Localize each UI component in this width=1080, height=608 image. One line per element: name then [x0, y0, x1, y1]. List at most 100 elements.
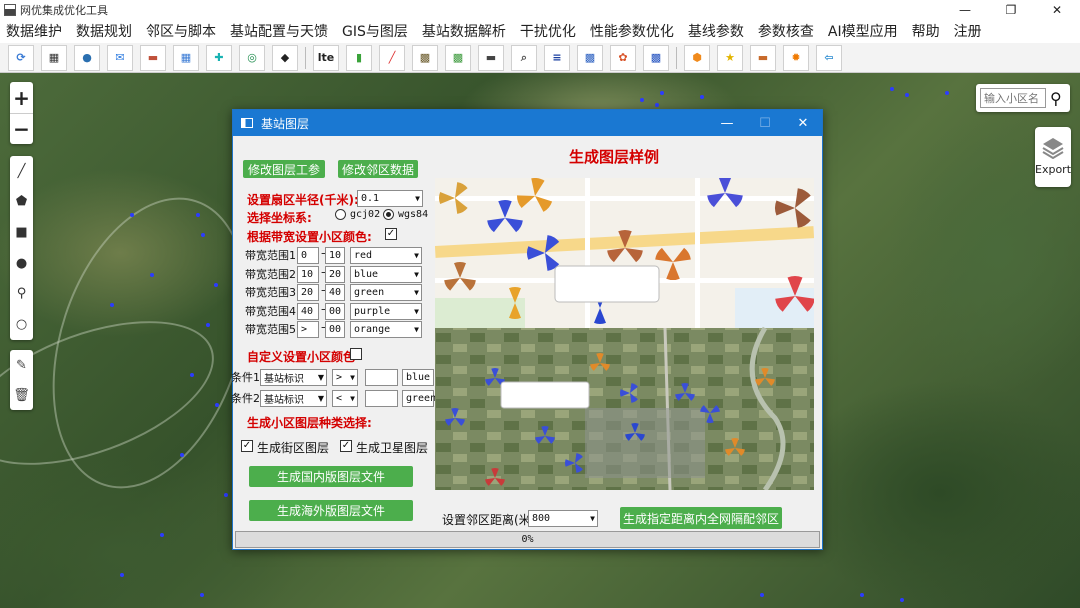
neighbor-distance-select[interactable]: 800 ▼ — [528, 510, 598, 527]
draw-marker-icon[interactable]: ⚲ — [10, 278, 33, 309]
condition-value-input[interactable] — [365, 390, 398, 407]
condition-value-input[interactable] — [365, 369, 398, 386]
menu-performance[interactable]: 性能参数优化 — [590, 21, 674, 41]
condition-field-select[interactable]: 基站标识 ▼ — [260, 390, 327, 407]
chevron-down-icon: ▼ — [414, 325, 419, 334]
calculator-icon[interactable]: ▦ — [173, 44, 199, 71]
chevron-down-icon: ▼ — [415, 194, 420, 203]
map-cell-marker — [655, 103, 659, 107]
bandwidth-range-to[interactable]: 20 — [325, 265, 345, 283]
draw-circle-marker-icon[interactable]: ● — [10, 248, 33, 279]
condition-field-select[interactable]: 基站标识 ▼ — [260, 369, 327, 386]
dialog-maximize-button[interactable]: ☐ — [746, 110, 784, 136]
menu-gis-layers[interactable]: GIS与图层 — [342, 21, 408, 41]
draw-circle-icon[interactable]: ○ — [10, 309, 33, 340]
draw-polygon-icon[interactable]: ⬟ — [10, 187, 33, 218]
modify-layer-params-button[interactable]: 修改图层工参 — [243, 160, 325, 178]
bandwidth-range-from[interactable]: 20 — [297, 284, 319, 301]
draw-rectangle-icon[interactable]: ■ — [10, 217, 33, 248]
signal-map-icon[interactable]: ▩ — [643, 44, 669, 71]
rack-icon[interactable]: ▬ — [478, 44, 504, 71]
map-picture-icon[interactable]: ▩ — [412, 44, 438, 71]
condition-color-input[interactable]: blue — [402, 369, 434, 386]
radius-select[interactable]: 0.1 ▼ — [357, 190, 423, 207]
menu-neighbors-scripts[interactable]: 邻区与脚本 — [146, 21, 216, 41]
menu-station-config[interactable]: 基站配置与天馈 — [230, 21, 328, 41]
bandwidth-range-to[interactable]: 10 — [325, 247, 345, 264]
generate-domestic-layer-button[interactable]: 生成国内版图层文件 — [249, 466, 413, 487]
menu-help[interactable]: 帮助 — [912, 21, 940, 41]
bar-chart-icon[interactable]: ▮ — [346, 44, 372, 71]
close-button[interactable]: ✕ — [1034, 0, 1080, 19]
satellite-layer-checkbox[interactable]: ✓ — [340, 440, 352, 452]
map-green-icon[interactable]: ▩ — [445, 44, 471, 71]
bandwidth-range-to[interactable]: 00 — [325, 302, 345, 320]
edit-layers-icon[interactable]: ✎ — [10, 350, 33, 380]
cell-search-input[interactable] — [980, 88, 1046, 108]
generate-neighbors-button[interactable]: 生成指定距离内全网隔配邻区 — [620, 507, 782, 529]
bandwidth-range-color-select[interactable]: red ▼ — [350, 247, 422, 264]
bandwidth-range-to[interactable]: 40 — [325, 284, 345, 301]
menu-data-maintenance[interactable]: 数据维护 — [6, 21, 62, 41]
bandwidth-range-color-select[interactable]: green ▼ — [350, 284, 422, 301]
lte-icon[interactable]: lte — [313, 44, 339, 71]
modify-neighbor-data-button[interactable]: 修改邻区数据 — [338, 160, 418, 178]
map-region-icon[interactable]: ◆ — [272, 44, 298, 71]
dialog-minimize-button[interactable]: — — [708, 110, 746, 136]
menu-data-planning[interactable]: 数据规划 — [76, 21, 132, 41]
line-chart-icon[interactable]: ╱ — [379, 44, 405, 71]
puzzle-icon[interactable]: ✿ — [610, 44, 636, 71]
bandwidth-range-to[interactable]: 00 — [325, 321, 345, 338]
document-icon[interactable]: ≡ — [544, 44, 570, 71]
bandwidth-range-from[interactable]: 40 — [297, 302, 319, 320]
menu-baseline[interactable]: 基线参数 — [688, 21, 744, 41]
menu-register[interactable]: 注册 — [954, 21, 982, 41]
street-layer-checkbox[interactable]: ✓ — [241, 440, 253, 452]
bandwidth-range-from[interactable]: 10 — [297, 265, 319, 283]
chevron-down-icon: ▼ — [317, 373, 324, 382]
zoom-in-button[interactable]: + — [10, 82, 33, 113]
menu-station-parsing[interactable]: 基站数据解析 — [422, 21, 506, 41]
exit-door-icon[interactable]: ⇦ — [816, 44, 842, 71]
bandwidth-range-color-select[interactable]: purple ▼ — [350, 302, 422, 320]
bandwidth-color-checkbox[interactable]: ✓ — [385, 228, 397, 240]
draw-line-icon[interactable]: ╱ — [10, 156, 33, 187]
star-icon[interactable]: ★ — [717, 44, 743, 71]
landscape-icon[interactable]: ▬ — [140, 44, 166, 71]
condition-operator-select[interactable]: > ▼ — [332, 369, 358, 386]
condition-operator-select[interactable]: < ▼ — [332, 390, 358, 407]
coord-gcj02-radio[interactable] — [335, 209, 346, 220]
earth-icon[interactable]: ● — [74, 44, 100, 71]
bandwidth-range-color-select[interactable]: blue ▼ — [350, 265, 422, 283]
medical-cross-icon[interactable]: ✚ — [206, 44, 232, 71]
custom-color-checkbox[interactable] — [350, 348, 362, 360]
hexagon-icon[interactable]: ⬢ — [684, 44, 710, 71]
maximize-button[interactable]: ❐ — [988, 0, 1034, 19]
coord-wgs84-radio[interactable] — [383, 209, 394, 220]
blue-image-icon[interactable]: ▩ — [577, 44, 603, 71]
bandwidth-range-color-select[interactable]: orange ▼ — [350, 321, 422, 338]
app-icon — [4, 3, 16, 16]
globe-sync-icon[interactable]: ⟳ — [8, 44, 34, 71]
delete-layers-icon[interactable]: 🗑 — [10, 380, 33, 410]
menu-param-check[interactable]: 参数核查 — [758, 21, 814, 41]
fire-icon[interactable]: ✹ — [783, 44, 809, 71]
bandwidth-range-color: green — [354, 287, 385, 298]
dialog-titlebar[interactable]: 基站图层 — ☐ ✕ — [233, 110, 822, 136]
magnifier-doc-icon[interactable]: ⌕ — [511, 44, 537, 71]
search-icon[interactable]: ⚲ — [1050, 89, 1062, 108]
table-icon[interactable]: ▦ — [41, 44, 67, 71]
zoom-out-button[interactable]: − — [10, 113, 33, 144]
china-mobile-icon[interactable]: ◎ — [239, 44, 265, 71]
layers-export-button[interactable]: Export — [1035, 127, 1071, 187]
generate-overseas-layer-button[interactable]: 生成海外版图层文件 — [249, 500, 413, 521]
menu-ai-models[interactable]: AI模型应用 — [828, 21, 898, 41]
menu-interference[interactable]: 干扰优化 — [520, 21, 576, 41]
dialog-close-button[interactable]: ✕ — [784, 110, 822, 136]
minimize-button[interactable]: — — [942, 0, 988, 19]
bandwidth-range-from[interactable]: 0 — [297, 247, 319, 264]
mail-icon[interactable]: ✉ — [107, 44, 133, 71]
bandwidth-range-from[interactable]: > — [297, 321, 319, 338]
sunset-icon[interactable]: ▬ — [750, 44, 776, 71]
condition-color-input[interactable]: green — [402, 390, 436, 407]
